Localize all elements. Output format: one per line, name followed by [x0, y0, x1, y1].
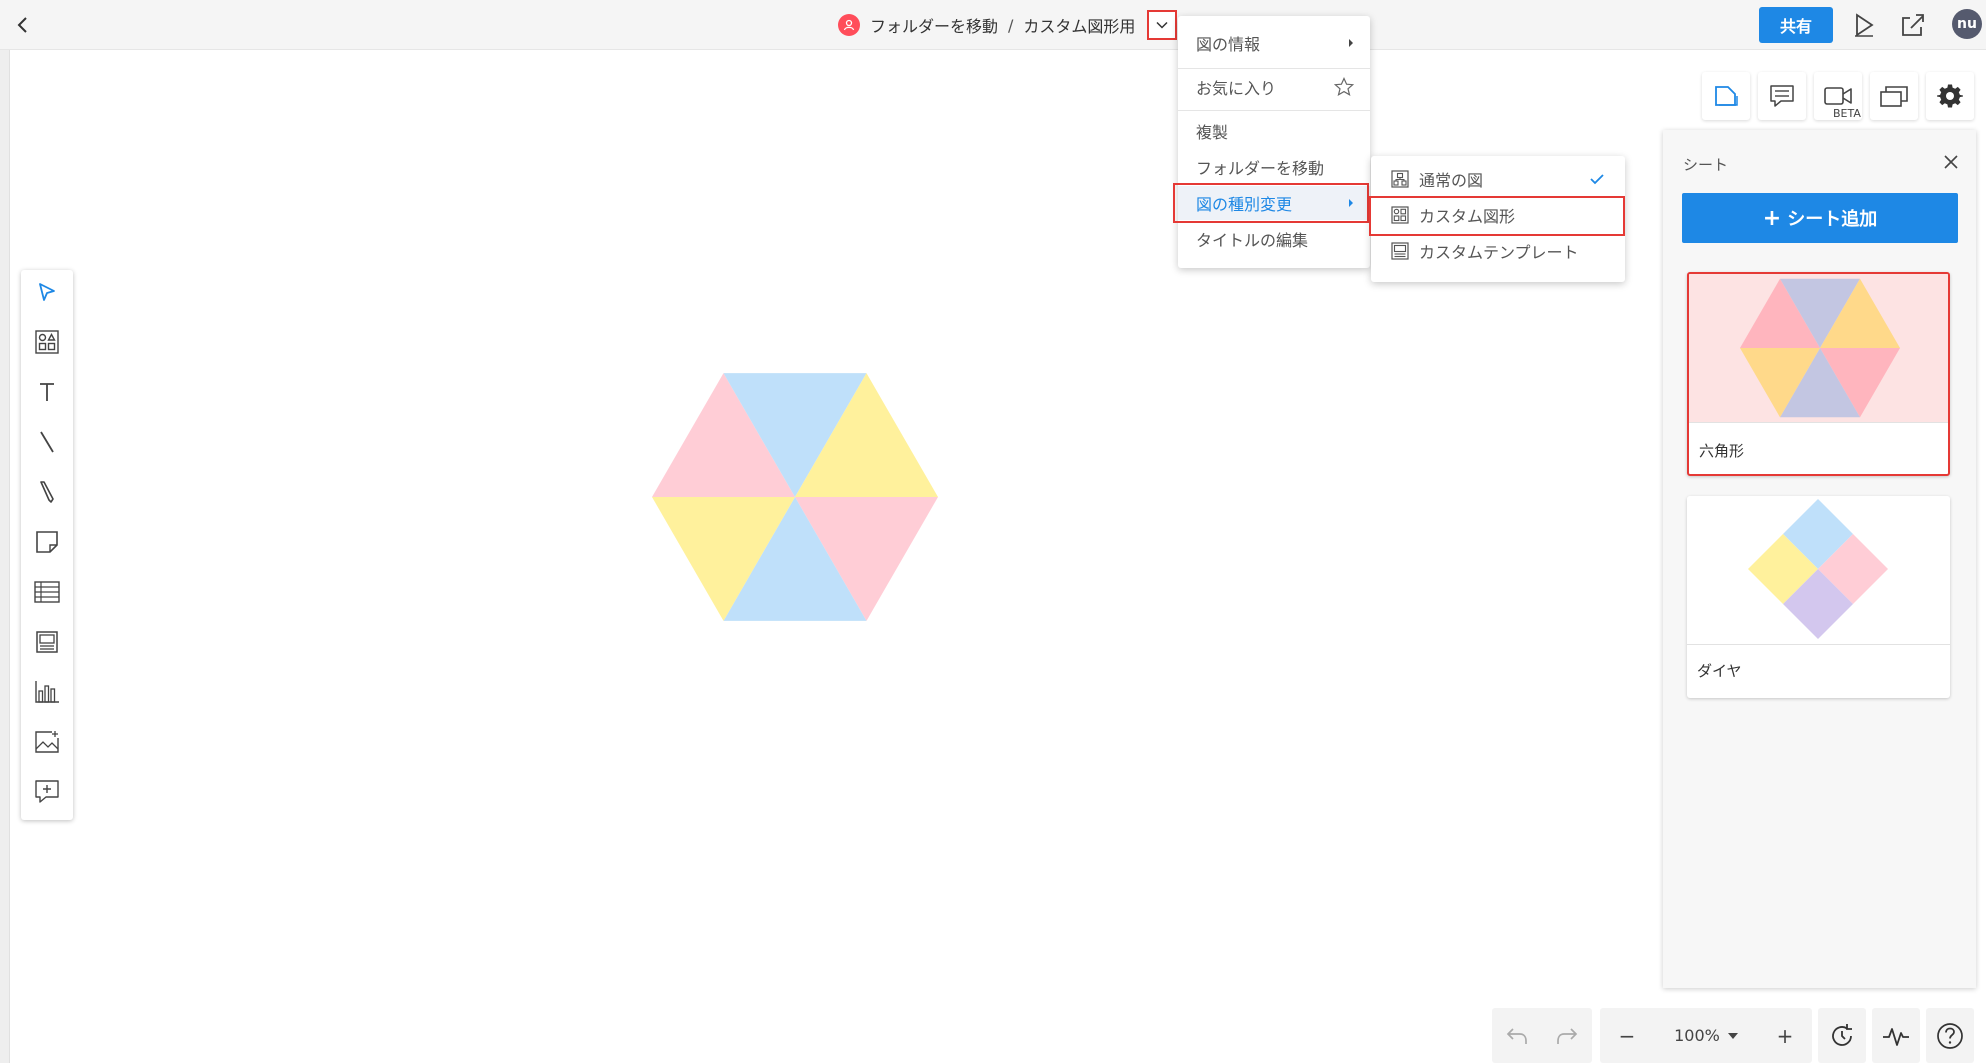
- chart-tool[interactable]: [29, 674, 65, 710]
- help-icon: [1937, 1022, 1963, 1049]
- chevron-left-icon: [17, 17, 27, 33]
- sheet-thumbnail: [1687, 496, 1950, 644]
- star-icon: [1334, 77, 1354, 97]
- menu-item-move-folder[interactable]: フォルダーを移動: [1178, 150, 1370, 184]
- redo-button[interactable]: [1542, 1026, 1592, 1046]
- title-area: フォルダーを移動 / カスタム図形用: [838, 10, 1178, 40]
- comment-icon: [1770, 85, 1794, 107]
- history-clock-icon: [1832, 1023, 1852, 1046]
- pages-button[interactable]: [1870, 72, 1918, 120]
- diagram-icon: [1391, 170, 1409, 188]
- pulse-icon: [1883, 1027, 1909, 1046]
- zoom-select[interactable]: 100%: [1651, 1026, 1761, 1045]
- breadcrumb-folder[interactable]: フォルダーを移動: [870, 13, 998, 37]
- close-icon: [1944, 155, 1958, 169]
- canvas-edge: [0, 50, 10, 1063]
- cursor-arrow-icon: [39, 283, 55, 301]
- template-icon: [1391, 242, 1409, 260]
- menu-item-duplicate[interactable]: 複製: [1178, 114, 1370, 148]
- redo-icon: [1557, 1027, 1578, 1044]
- sticky-note-tool[interactable]: [29, 524, 65, 560]
- line-icon: [40, 431, 54, 453]
- plus-icon: +: [1762, 205, 1782, 231]
- undo-redo-group: [1492, 1008, 1592, 1063]
- sheet-icon: [1715, 86, 1738, 106]
- gear-icon: [1937, 84, 1963, 108]
- zoom-out-button[interactable]: −: [1603, 1024, 1651, 1048]
- history-button[interactable]: [1818, 1008, 1866, 1063]
- beta-badge: BETA: [1833, 107, 1861, 120]
- sheet-card-diamond[interactable]: ダイヤ: [1687, 496, 1950, 698]
- sheet-panel-button[interactable]: [1702, 72, 1750, 120]
- sticky-note-icon: [36, 531, 58, 553]
- chevron-down-icon: [1156, 21, 1168, 29]
- activity-button[interactable]: [1872, 1008, 1920, 1063]
- card-divider: [1687, 644, 1950, 645]
- shapes-icon: [35, 330, 59, 354]
- sheet-card-label: 六角形: [1699, 442, 1745, 460]
- text-tool[interactable]: [29, 374, 65, 410]
- caret-down-icon: [1727, 1032, 1738, 1039]
- title-dropdown-menu: 図の情報 お気に入り 複製 フォルダーを移動 図の種別変更 タイトルの編集: [1178, 16, 1370, 268]
- share-button[interactable]: 共有: [1759, 7, 1833, 43]
- comment-add-icon: [35, 780, 59, 803]
- comment-tool[interactable]: [29, 774, 65, 810]
- sheet-panel-title: シート: [1683, 156, 1729, 174]
- zoom-level: 100%: [1674, 1026, 1720, 1045]
- pen-tool[interactable]: [29, 474, 65, 510]
- menu-item-diagram-info[interactable]: 図の情報: [1178, 26, 1370, 60]
- export-icon: [1902, 14, 1924, 36]
- check-icon: [1590, 174, 1604, 185]
- card-divider: [1689, 422, 1948, 423]
- breadcrumb-separator: /: [1008, 15, 1014, 35]
- avatar[interactable]: nu: [1952, 9, 1982, 39]
- zoom-in-button[interactable]: +: [1761, 1024, 1809, 1048]
- menu-divider: [1178, 68, 1370, 69]
- undo-button[interactable]: [1492, 1026, 1542, 1046]
- sheet-panel: シート + シート追加 六角形 ダイヤ: [1663, 130, 1976, 988]
- page-title[interactable]: カスタム図形用: [1023, 13, 1135, 37]
- template-tool[interactable]: [29, 624, 65, 660]
- text-icon: [40, 383, 54, 401]
- shape-tool[interactable]: [29, 324, 65, 360]
- line-tool[interactable]: [29, 424, 65, 460]
- video-camera-icon: [1824, 87, 1852, 105]
- present-button[interactable]: [1848, 9, 1880, 41]
- add-sheet-button[interactable]: + シート追加: [1682, 193, 1958, 243]
- table-icon: [34, 581, 60, 603]
- sheet-card-label: ダイヤ: [1697, 662, 1742, 680]
- zoom-group: − 100% +: [1600, 1008, 1812, 1063]
- bar-chart-icon: [35, 681, 59, 703]
- caret-right-icon: [1349, 39, 1353, 47]
- export-button[interactable]: [1897, 9, 1929, 41]
- template-icon: [36, 631, 58, 653]
- image-icon: [35, 731, 59, 753]
- pen-icon: [40, 481, 54, 503]
- menu-item-edit-title[interactable]: タイトルの編集: [1178, 222, 1370, 256]
- help-button[interactable]: [1926, 1008, 1974, 1063]
- title-menu-toggle[interactable]: [1147, 10, 1178, 40]
- top-bar: フォルダーを移動 / カスタム図形用 共有 nu: [0, 0, 1986, 50]
- image-tool[interactable]: [29, 724, 65, 760]
- sheet-card-hexagon[interactable]: 六角形: [1687, 272, 1950, 476]
- play-icon: [1855, 13, 1874, 37]
- table-tool[interactable]: [29, 574, 65, 610]
- comments-button[interactable]: [1758, 72, 1806, 120]
- highlight-box: [1173, 183, 1369, 223]
- highlight-box: [1369, 196, 1625, 236]
- tool-bar: [21, 270, 73, 820]
- canvas-hexagon-shape[interactable]: [650, 370, 940, 625]
- select-tool[interactable]: [29, 274, 65, 310]
- undo-icon: [1506, 1027, 1527, 1044]
- submenu-item-custom-template[interactable]: カスタムテンプレート: [1371, 234, 1625, 268]
- submenu-item-normal[interactable]: 通常の図: [1371, 162, 1625, 196]
- settings-button[interactable]: [1926, 72, 1974, 120]
- windows-icon: [1880, 86, 1908, 107]
- sheet-panel-close-button[interactable]: [1941, 152, 1961, 172]
- menu-item-favorite[interactable]: お気に入り: [1178, 70, 1370, 104]
- back-button[interactable]: [10, 12, 36, 38]
- menu-divider: [1178, 110, 1370, 111]
- user-icon: [838, 14, 860, 36]
- sheet-thumbnail: [1689, 274, 1948, 422]
